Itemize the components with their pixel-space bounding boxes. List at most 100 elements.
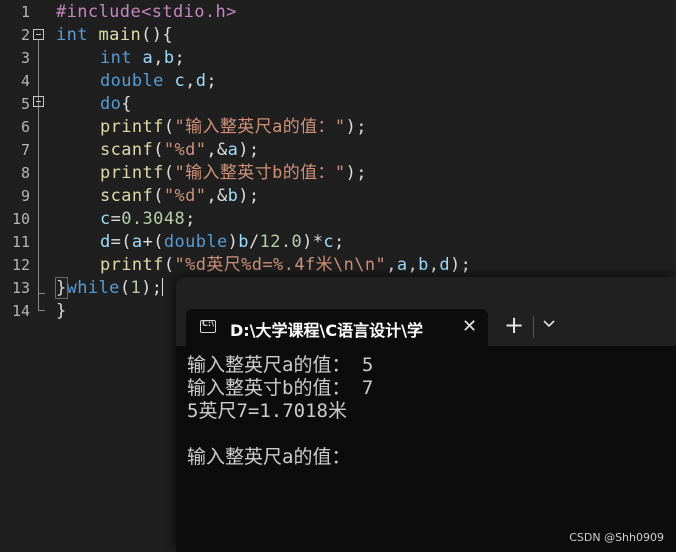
code-token: b [227,186,239,206]
code-token: / [248,232,260,252]
line-number: 9 [20,187,30,205]
code-token: ,& [206,140,228,160]
code-text: scanf("%d",&b); [100,185,260,208]
code-token: ( [153,186,164,206]
code-token: int [100,48,132,68]
fold-toggle-main[interactable] [33,29,44,40]
code-text: c=0.3048; [100,208,196,231]
code-text: d=(a+(double)b/12.0)*c; [100,231,345,254]
code-line[interactable]: 11 d=(a+(double)b/12.0)*c; [0,231,676,254]
terminal-window[interactable]: C:\ D:\大学课程\C语言设计\学 ✕ + 输入整英尺a的值： 5 输入整英寸… [176,277,676,552]
watermark: CSDN @Shh0909 [569,531,664,544]
code-token: main [98,25,142,45]
code-token: ; [185,209,196,229]
code-text: printf("输入整英寸b的值："); [100,162,367,185]
text-cursor [162,278,164,296]
code-line[interactable]: 7 scanf("%d",&a); [0,139,676,162]
code-token: +( [142,232,164,252]
code-line[interactable]: 9 scanf("%d",&b); [0,185,676,208]
code-line[interactable]: 8 printf("输入整英寸b的值："); [0,162,676,185]
code-line[interactable]: 10 c=0.3048; [0,208,676,231]
code-token: ); [238,140,260,160]
code-token: a [227,140,239,160]
code-line[interactable]: 4 double c,d; [0,70,676,93]
code-token: ); [345,117,367,137]
code-line[interactable]: 1 #include<stdio.h> [0,1,676,24]
new-tab-button[interactable]: + [504,313,524,337]
code-token: ( [163,163,175,183]
code-token: double [163,232,228,252]
code-token: ; [334,232,345,252]
code-token: printf [100,117,164,137]
code-line[interactable]: 3 int a,b; [0,47,676,70]
code-line[interactable]: 12 printf("%d英尺%d=%.4f米\n\n",a,b,d); [0,254,676,277]
console-icon: C:\ [200,319,216,333]
terminal-tab[interactable]: C:\ D:\大学课程\C语言设计\学 ✕ [186,309,488,346]
code-token: b [418,255,429,275]
code-token: double [100,71,164,91]
code-token: 12.0 [259,232,303,252]
code-text: printf("输入整英尺a的值："); [100,116,367,139]
code-token: (){ [141,25,173,45]
code-token: b [238,232,249,252]
code-token: ); [141,278,163,298]
line-number: 11 [11,233,30,251]
code-token: , [386,255,397,275]
code-token: ( [119,278,131,298]
code-token: ; [174,48,186,68]
code-token: "%d" [163,186,207,206]
close-tab-icon[interactable]: ✕ [462,316,477,337]
code-token: d [195,71,207,91]
code-token: a [131,232,143,252]
code-token: ) [227,232,239,252]
code-line[interactable]: 2 int main(){ [0,24,676,47]
line-number: 1 [20,3,30,21]
code-token: ; [206,71,218,91]
code-token: 1 [130,278,142,298]
code-token: ( [153,140,164,160]
line-number: 2 [20,26,30,44]
code-token: ( [163,255,175,275]
fold-end-main [38,310,45,311]
code-token: "%d英尺%d=%.4f米\n\n" [174,255,387,275]
code-text: scanf("%d",&a); [100,139,260,162]
terminal-line: 5英尺7=1.7018米 [187,400,347,422]
terminal-titlebar[interactable]: C:\ D:\大学课程\C语言设计\学 ✕ + [176,277,676,346]
line-number: 13 [11,279,30,297]
code-token: c [174,71,186,91]
code-token: int [56,25,88,45]
code-token: , [428,255,440,275]
code-token: c [323,232,335,252]
line-number: 7 [20,141,30,159]
terminal-line: 输入整英尺a的值： [187,446,351,468]
code-token: scanf [100,186,154,206]
code-token: ); [345,163,367,183]
code-token: c [100,209,111,229]
code-token: ,& [206,186,228,206]
line-number: 3 [20,49,30,67]
code-token: #include<stdio.h> [56,2,237,22]
terminal-output[interactable]: 输入整英尺a的值： 5 输入整英寸b的值： 7 5英尺7=1.7018米 输入整英尺a… [187,354,667,469]
code-token: , [185,71,196,91]
code-text: int main(){ [56,24,173,47]
code-text: double c,d; [100,70,217,93]
code-token: =( [110,232,132,252]
fold-toggle-do[interactable] [33,96,44,107]
code-text: printf("%d英尺%d=%.4f米\n\n",a,b,d); [100,254,471,277]
fold-end-do [38,293,45,294]
code-text: int a,b; [100,47,185,70]
code-token: printf [100,163,164,183]
chevron-down-icon[interactable] [542,317,556,331]
code-token: } [55,277,68,299]
line-number: 14 [11,302,30,320]
fold-guide-main [38,40,39,310]
code-line[interactable]: 6 printf("输入整英尺a的值："); [0,116,676,139]
line-number: 10 [11,210,30,228]
code-line[interactable]: 5 do{ [0,93,676,116]
code-token: "输入整英寸b的值：" [174,163,346,183]
code-token: 0.3048 [121,209,186,229]
